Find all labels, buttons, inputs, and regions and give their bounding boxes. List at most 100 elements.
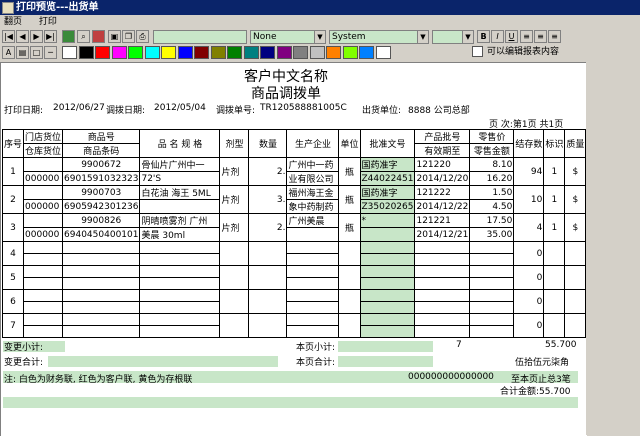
table-row[interactable]: 000000 6940450400101 美晨 30ml 2014/12/21 35.0…: [3, 227, 586, 242]
header-form: 剂型: [219, 129, 250, 158]
bold-button[interactable]: B: [477, 30, 490, 43]
row-approval1: *: [359, 213, 416, 228]
row-quality: [564, 241, 587, 266]
table-row[interactable]: 2 9900703 白花油 海王 5ML 片剂 3. 福州海王金瓶国药准字 121222 1.…: [1, 185, 587, 214]
save-icon[interactable]: ▣: [108, 30, 121, 43]
row-spec1: [139, 313, 221, 326]
italic-button[interactable]: I: [491, 30, 504, 43]
zoom-icon[interactable]: ⌕: [77, 30, 90, 43]
row-qty: [248, 241, 288, 266]
align-left-icon[interactable]: ≡: [520, 30, 533, 43]
color-swatch[interactable]: [62, 46, 77, 59]
stop-icon[interactable]: [92, 30, 105, 43]
underline-button[interactable]: U: [505, 30, 518, 43]
font-select[interactable]: System ▼: [329, 30, 429, 44]
row-spec2: [139, 199, 221, 214]
row-form: [219, 289, 250, 314]
row-retail: [469, 313, 515, 326]
row-qty: 2.: [248, 213, 288, 242]
row-approval2: [359, 277, 416, 290]
color-swatch[interactable]: [177, 46, 193, 59]
row-approval1: 国药准字: [359, 157, 416, 172]
toolbar-top: |◀ ◀ ▶ ▶| ⌕ ▣ ❐ ⎙ None ▼ System ▼ ▼ B I U …: [0, 29, 640, 45]
color-swatch[interactable]: [326, 46, 341, 59]
menu-page-turn[interactable]: 翻页: [4, 17, 22, 27]
last-page-icon[interactable]: ▶|: [44, 30, 57, 43]
style-input[interactable]: [153, 30, 247, 44]
row-amount: [469, 325, 515, 338]
row-batch: 121221: [414, 213, 471, 228]
row-unit: [338, 265, 361, 290]
row-barcode: [62, 301, 141, 314]
color-swatch[interactable]: [95, 46, 110, 59]
table-row[interactable]: 50: [1, 265, 587, 290]
row-qty: [248, 289, 288, 314]
row-batch: [414, 265, 471, 278]
fill-color-icon[interactable]: ▤: [16, 46, 29, 59]
color-swatch[interactable]: [243, 46, 259, 59]
color-swatch[interactable]: [375, 46, 391, 59]
color-swatch[interactable]: [144, 46, 160, 59]
color-swatch[interactable]: [111, 46, 127, 59]
align-right-icon[interactable]: ≡: [548, 30, 561, 43]
color-swatch[interactable]: [276, 46, 292, 59]
page-subtotal-field[interactable]: [338, 341, 433, 352]
row-expiry: [414, 301, 471, 314]
row-store2: [23, 253, 64, 266]
font-name-select[interactable]: None ▼: [250, 30, 326, 44]
page-total-field[interactable]: [338, 356, 433, 367]
header-store2: 仓库货位: [23, 143, 64, 158]
table-row[interactable]: 60: [1, 289, 587, 314]
copy-icon[interactable]: ❐: [122, 30, 135, 43]
header-code: 商品号: [62, 129, 141, 144]
image-icon[interactable]: [62, 30, 75, 43]
row-store2: 000000: [23, 227, 64, 242]
row-maker2: [286, 301, 340, 314]
table-row[interactable]: 70: [1, 313, 587, 338]
row-unit: [338, 241, 361, 266]
font-size-select[interactable]: ▼: [432, 30, 474, 44]
color-swatch[interactable]: [227, 46, 242, 59]
table-row[interactable]: 000000 6905942301236 象中药制药 Z35020265 2014/12…: [3, 199, 586, 214]
prev-page-icon[interactable]: ◀: [16, 30, 29, 43]
color-swatch[interactable]: [194, 46, 209, 59]
color-swatch[interactable]: [78, 46, 94, 59]
row-code: 9900672: [62, 157, 141, 172]
line-icon[interactable]: ─: [44, 46, 57, 59]
footer-field[interactable]: [3, 397, 578, 408]
table-row[interactable]: [3, 325, 586, 338]
table-row[interactable]: 3 9900826 阴晴喷雾剂 广州 片剂 2. 广州美晨瓶 * 121221 17.50 4 1 $: [1, 213, 587, 242]
row-batch: [414, 241, 471, 254]
header-spec: 品 名 规 格: [139, 129, 221, 158]
header-maker: 生产企业: [286, 129, 340, 158]
table-row[interactable]: 40: [1, 241, 587, 266]
editable-checkbox[interactable]: 可以编辑报表内容: [472, 46, 559, 59]
color-swatch[interactable]: [260, 46, 275, 59]
table-row[interactable]: 1 9900672 骨仙片广州中一 片剂 2. 广州中一药瓶国药准字 121220 8.10 9…: [1, 157, 587, 186]
row-approval1: [359, 313, 416, 326]
color-swatch[interactable]: [161, 46, 176, 59]
next-page-icon[interactable]: ▶: [30, 30, 43, 43]
color-swatch[interactable]: [128, 46, 143, 59]
table-row[interactable]: [3, 301, 586, 314]
color-swatch[interactable]: [210, 46, 226, 59]
color-swatch[interactable]: [293, 46, 308, 59]
text-color-icon[interactable]: A: [2, 46, 15, 59]
color-swatch[interactable]: [359, 46, 374, 59]
row-unit: 瓶: [338, 213, 361, 242]
row-retail: [469, 241, 515, 254]
color-swatch[interactable]: [342, 46, 358, 59]
align-center-icon[interactable]: ≡: [534, 30, 547, 43]
border-icon[interactable]: □: [30, 46, 43, 59]
first-page-icon[interactable]: |◀: [2, 30, 15, 43]
row-spec1: [139, 289, 221, 302]
checkbox-box[interactable]: [472, 46, 483, 57]
table-row[interactable]: [3, 253, 586, 266]
print-icon[interactable]: ⎙: [136, 30, 149, 43]
table-row[interactable]: 000000 6901591032323 72'S 业有限公司 Z44022451 201…: [3, 171, 586, 186]
header-stock: 结存数: [513, 129, 545, 158]
table-row[interactable]: [3, 277, 586, 290]
change-total-field[interactable]: [48, 356, 278, 367]
color-swatch[interactable]: [309, 46, 325, 59]
menu-print[interactable]: 打印: [39, 17, 57, 27]
